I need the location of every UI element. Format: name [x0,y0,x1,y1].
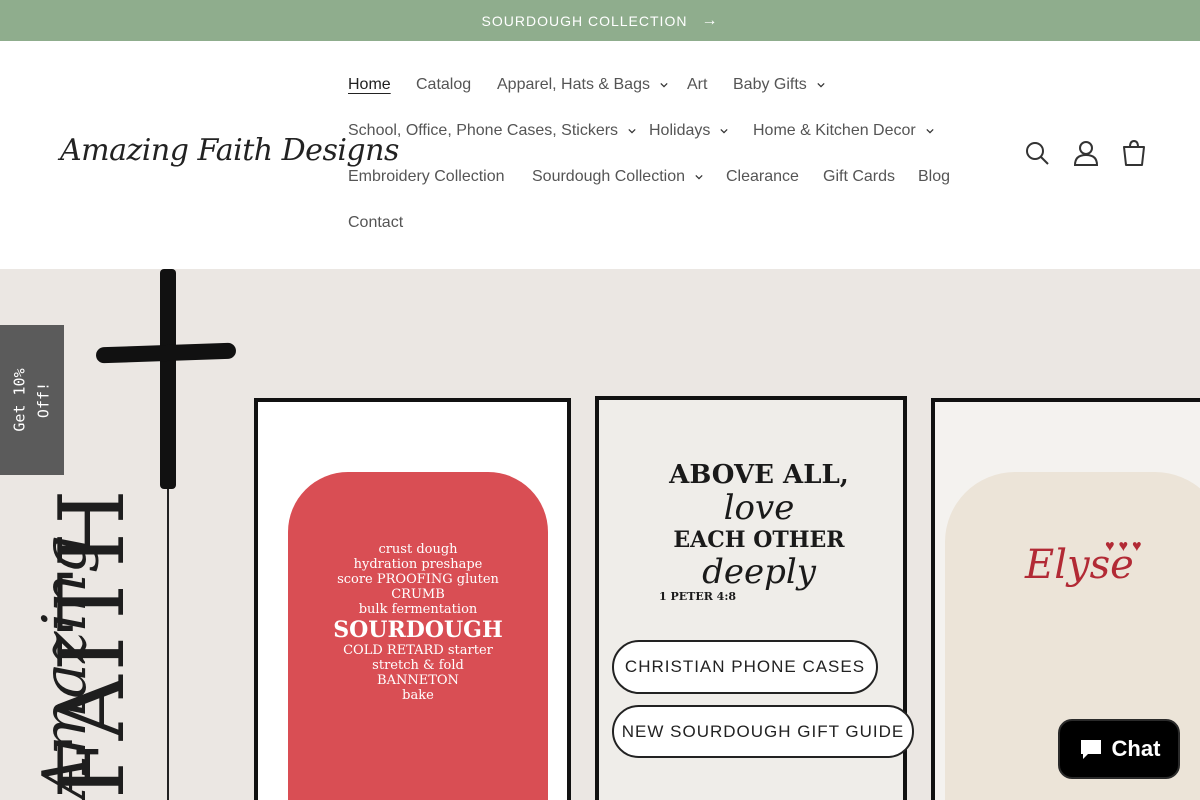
announcement-bar[interactable]: SOURDOUGH COLLECTION → [0,0,1200,41]
sign-line: deeply [702,552,816,592]
discount-tab-line1: Get 10% [11,368,29,432]
discount-tab-text: Get 10% Off! [8,368,56,431]
nav-embroidery[interactable]: Embroidery Collection [348,168,505,186]
nav-baby-gifts[interactable]: Baby Gifts [733,76,825,94]
nav-holidays-label: Holidays [649,122,711,139]
arrow-right-icon: → [701,11,719,29]
chevron-down-icon [695,174,703,180]
nav-clearance-label: Clearance [726,168,799,185]
print-line: score PROOFING gluten CRUMB [337,572,499,602]
nav-home[interactable]: Home [348,76,391,94]
print-line: BANNETON [377,673,459,688]
product-card-sweatshirt[interactable]: crust dough hydration preshape score PRO… [254,398,571,800]
chat-label: Chat [1111,736,1161,761]
print-line: bake [402,688,434,703]
print-line: COLD RETARD starter [343,643,493,658]
announcement-text[interactable]: SOURDOUGH COLLECTION [482,13,688,29]
nav-catalog[interactable]: Catalog [416,76,471,94]
print-line: SOURDOUGH [333,617,503,643]
nav-contact[interactable]: Contact [348,214,403,232]
nav-school-office[interactable]: School, Office, Phone Cases, Stickers [348,122,636,140]
print-line: hydration preshape [353,557,483,572]
chat-bubble-icon [1080,740,1101,759]
nav-apparel-label: Apparel, Hats & Bags [497,76,650,93]
hearts-icon: ♥♥♥ [1105,538,1146,555]
chevron-down-icon [817,82,825,88]
cart-icon[interactable] [1120,139,1148,167]
search-icon[interactable] [1023,139,1051,167]
nav-school-office-label: School, Office, Phone Cases, Stickers [348,122,619,139]
nav-sourdough-label: Sourdough Collection [532,168,685,185]
print-line: crust dough [378,542,458,557]
discount-side-tab[interactable]: Get 10% Off! [0,325,64,475]
nav-gift-cards-label: Gift Cards [823,168,896,185]
nav-gift-cards[interactable]: Gift Cards [823,168,895,186]
discount-tab-line2: Off! [35,381,53,419]
chevron-down-icon [720,128,728,134]
nav-apparel[interactable]: Apparel, Hats & Bags [497,76,668,94]
chevron-down-icon [926,128,934,134]
cross-icon [160,269,176,489]
chevron-down-icon [628,128,636,134]
nav-baby-gifts-label: Baby Gifts [733,76,807,93]
print-line: stretch & fold [372,658,464,673]
nav-home-kitchen-label: Home & Kitchen Decor [753,122,916,139]
hero-banner[interactable]: FAITH Amazing crust dough hydration pres… [0,269,1200,800]
metal-sign-image: ABOVE ALL, love EACH OTHER deeply 1 PETE… [639,460,879,603]
hero-vertical-script: Amazing [30,535,100,799]
chevron-down-icon [660,82,668,88]
nav-home-label: Home [348,76,391,93]
sourdough-gift-guide-button[interactable]: NEW SOURDOUGH GIFT GUIDE [612,705,914,758]
sign-line: love [723,488,795,528]
sign-line: ABOVE ALL, [669,460,849,490]
nav-holidays[interactable]: Holidays [649,122,728,140]
chat-button[interactable]: Chat [1058,719,1180,779]
nav-contact-label: Contact [348,214,404,231]
christian-phone-cases-button[interactable]: CHRISTIAN PHONE CASES [612,640,878,694]
nav-embroidery-label: Embroidery Collection [348,168,505,185]
sweatshirt-print: crust dough hydration preshape score PRO… [328,542,508,703]
nav-art-label: Art [687,76,708,93]
nav-clearance[interactable]: Clearance [726,168,799,186]
nav-blog[interactable]: Blog [918,168,950,186]
nav-blog-label: Blog [918,168,951,185]
nav-art[interactable]: Art [687,76,707,94]
account-icon[interactable] [1072,139,1100,167]
cross-bar [95,342,237,364]
sign-line: EACH OTHER [673,527,845,553]
site-header: Amazing Faith Designs Home Catalog Appar… [0,41,1200,269]
nav-sourdough[interactable]: Sourdough Collection [532,168,703,186]
nav-catalog-label: Catalog [416,76,472,93]
print-line: bulk fermentation [358,602,478,617]
nav-home-kitchen[interactable]: Home & Kitchen Decor [753,122,934,140]
